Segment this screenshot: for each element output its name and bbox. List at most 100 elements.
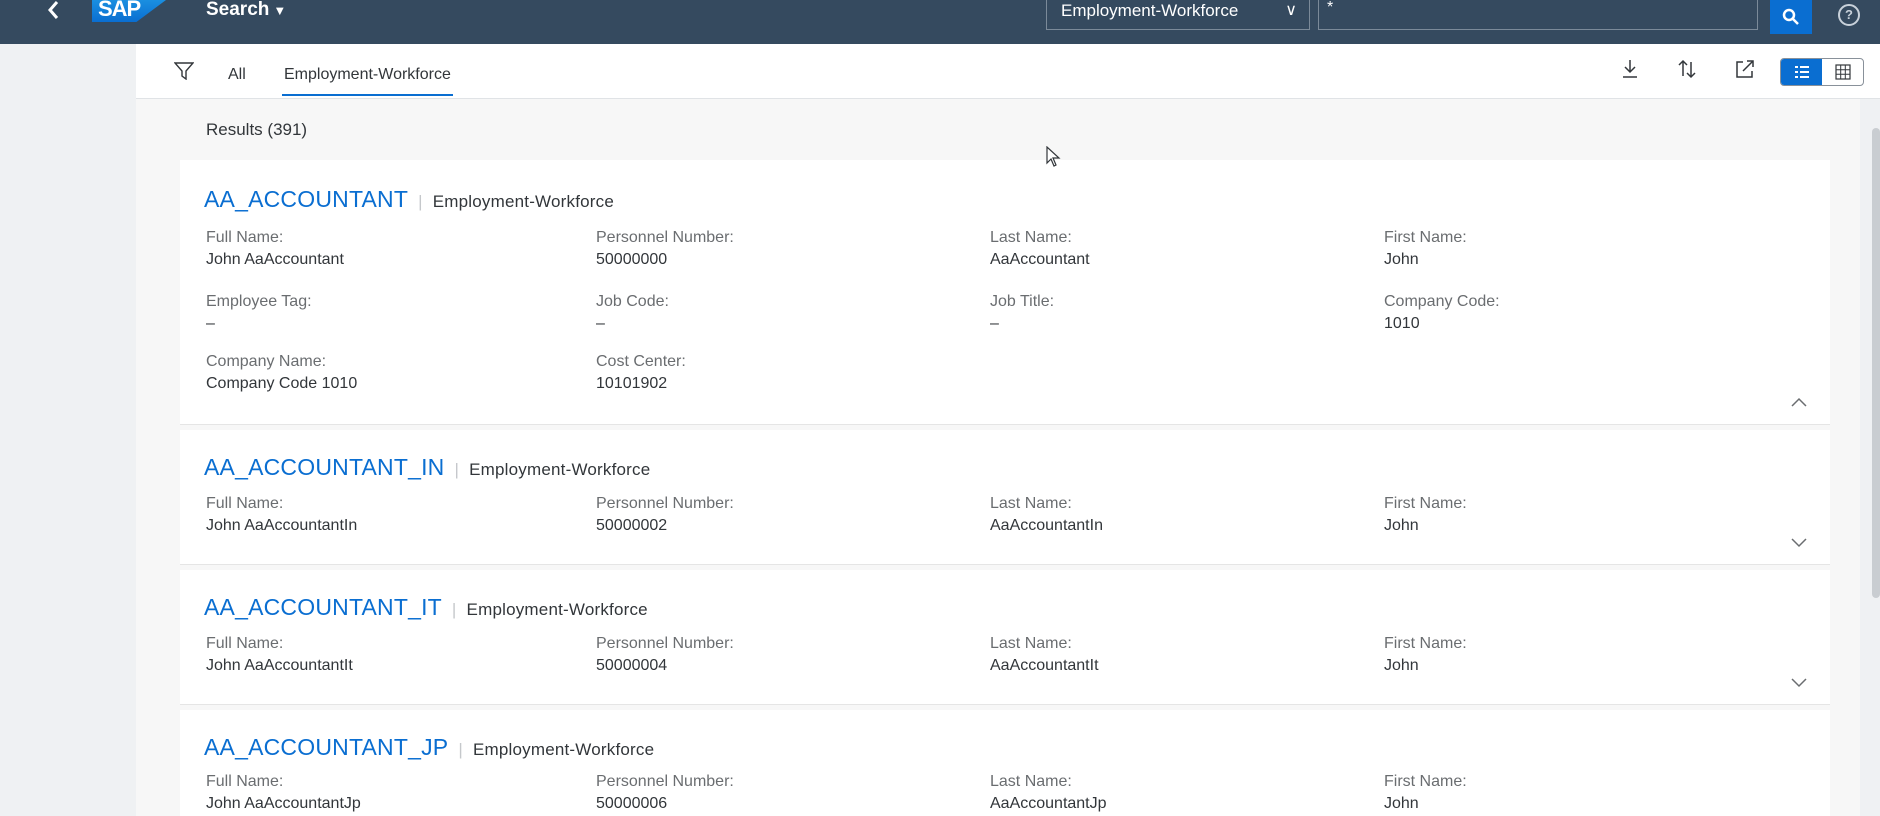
result-type: Employment-Workforce [472,740,655,759]
result-title-link[interactable]: AA_ACCOUNTANT [204,186,408,212]
result-type: Employment-Workforce [432,192,615,211]
attr-cost-center: Cost Center: 10101902 [596,352,686,394]
result-title-row: AA_ACCOUNTANT_JP | Employment-Workforce [204,734,654,761]
tab-employment-workforce[interactable]: Employment-Workforce [282,66,453,96]
list-view-icon[interactable] [1781,59,1822,85]
search-input[interactable]: * [1318,0,1758,30]
attr-company-code: Company Code: 1010 [1384,292,1500,334]
title-separator: | [451,600,457,619]
attr-label: Personnel Number: [596,773,734,790]
attr-full-name: Full Name: John AaAccountantIt [206,634,353,676]
attr-label: First Name: [1384,495,1467,512]
attr-value: 50000002 [596,517,668,534]
attr-value: – [206,315,215,332]
shell-bar: SAP Search ▼ Employment-Workforce ∨ * ? [0,0,1880,44]
attr-label: Job Title: [990,293,1055,310]
help-icon[interactable]: ? [1838,4,1860,26]
result-card[interactable]: AA_ACCOUNTANT_JP | Employment-Workforce Fu… [180,710,1830,816]
attr-label: First Name: [1384,773,1467,790]
attr-company-name: Company Name: Company Code 1010 [206,352,357,394]
view-toggle [1780,58,1864,86]
attr-last-name: Last Name: AaAccountantIt [990,634,1099,676]
result-title-link[interactable]: AA_ACCOUNTANT_IT [204,594,442,620]
attr-label: Personnel Number: [596,229,734,246]
attr-label: Last Name: [990,635,1072,652]
attr-label: Company Name: [206,353,327,370]
sap-logo[interactable]: SAP [92,0,166,22]
result-card[interactable]: AA_ACCOUNTANT | Employment-Workforce Full … [180,160,1830,425]
attr-value: 50000004 [596,657,668,674]
attr-label: Cost Center: [596,353,686,370]
attr-job-title: Job Title: – [990,292,1054,334]
attr-label: Full Name: [206,229,284,246]
attr-label: Personnel Number: [596,635,734,652]
search-menu-label: Search [206,0,270,20]
attr-full-name: Full Name: John AaAccountantIn [206,494,357,536]
attr-label: Personnel Number: [596,495,734,512]
attr-label: Full Name: [206,773,284,790]
tab-all[interactable]: All [228,66,246,84]
attr-first-name: First Name: John [1384,228,1467,270]
attr-employee-tag: Employee Tag: – [206,292,312,334]
result-type: Employment-Workforce [466,600,648,619]
attr-label: Last Name: [990,773,1072,790]
share-icon[interactable] [1734,58,1756,80]
attr-last-name: Last Name: AaAccountant [990,228,1090,270]
magnifier-icon [1782,8,1799,25]
result-toolbar: All Employment-Workforce [136,44,1880,99]
attr-value: – [990,315,999,332]
attr-value: John AaAccountantIt [206,657,353,674]
attr-personnel-number: Personnel Number: 50000004 [596,634,734,676]
attr-label: Full Name: [206,635,284,652]
search-menu[interactable]: Search ▼ [206,0,286,21]
attr-value: 1010 [1384,315,1420,332]
sort-icon[interactable] [1676,58,1698,80]
expand-chevron-down-icon[interactable] [1790,536,1808,548]
attr-value: Company Code 1010 [206,375,358,392]
attr-label: Company Code: [1384,293,1500,310]
collapse-chevron-up-icon[interactable] [1790,396,1808,408]
scope-select[interactable]: Employment-Workforce ∨ [1046,0,1310,30]
funnel-icon[interactable] [174,62,194,80]
result-type: Employment-Workforce [469,460,651,479]
attr-first-name: First Name: John [1384,494,1467,536]
attr-value: – [596,315,605,332]
attr-last-name: Last Name: AaAccountantJp [990,772,1107,814]
attr-value: John AaAccountantIn [206,517,358,534]
attr-value: AaAccountantIt [990,657,1099,674]
attr-personnel-number: Personnel Number: 50000002 [596,494,734,536]
attr-value: John [1384,657,1419,674]
scrollbar-thumb[interactable] [1872,128,1880,598]
attr-label: First Name: [1384,229,1467,246]
grid-view-icon[interactable] [1822,59,1863,85]
attr-label: Last Name: [990,495,1072,512]
attr-value: John AaAccountantJp [206,795,361,812]
attr-full-name: Full Name: John AaAccountantJp [206,772,361,814]
result-card[interactable]: AA_ACCOUNTANT_IN | Employment-Workforce Fu… [180,430,1830,565]
attr-label: Full Name: [206,495,284,512]
attr-value: John [1384,795,1419,812]
attr-full-name: Full Name: John AaAccountant [206,228,344,270]
attr-personnel-number: Personnel Number: 50000000 [596,228,734,270]
result-title-row: AA_ACCOUNTANT_IT | Employment-Workforce [204,594,648,621]
attr-value: John [1384,251,1419,268]
download-icon[interactable] [1620,58,1640,80]
attr-first-name: First Name: John [1384,772,1467,814]
attr-label: Last Name: [990,229,1072,246]
attr-value: 10101902 [596,375,668,392]
result-title-link[interactable]: AA_ACCOUNTANT_IN [204,454,444,480]
attr-label: Job Code: [596,293,669,310]
result-title-link[interactable]: AA_ACCOUNTANT_JP [204,734,448,760]
expand-chevron-down-icon[interactable] [1790,676,1808,688]
results-count: Results (391) [206,120,308,139]
chevron-down-icon: ∨ [1285,2,1297,19]
title-separator: | [454,460,460,479]
caret-down-icon: ▼ [273,3,287,18]
attr-value: AaAccountantJp [990,795,1107,812]
attr-value: AaAccountant [990,251,1090,268]
result-card[interactable]: AA_ACCOUNTANT_IT | Employment-Workforce Fu… [180,570,1830,705]
attr-job-code: Job Code: – [596,292,669,334]
back-icon[interactable] [44,0,64,24]
title-separator: | [418,192,423,211]
search-button[interactable] [1770,0,1812,34]
